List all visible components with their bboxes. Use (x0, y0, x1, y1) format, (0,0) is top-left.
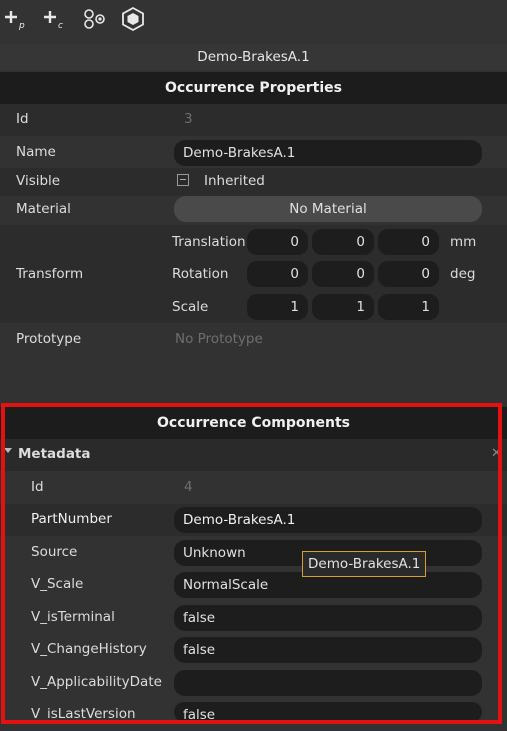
visible-checkbox[interactable] (177, 174, 189, 186)
material-button[interactable]: No Material (174, 196, 482, 222)
metadata-collapse-icon[interactable] (4, 448, 12, 453)
translation-unit: mm (450, 234, 477, 250)
source-label: Source (31, 544, 78, 560)
partnumber-field[interactable]: Demo-BrakesA.1 (174, 507, 482, 533)
rotation-unit: deg (450, 266, 476, 282)
occurrence-components-header: Occurrence Components (0, 407, 507, 439)
meta-id-label: Id (31, 479, 44, 495)
meta-id-value: 4 (184, 479, 193, 495)
add-component-sub: c (58, 21, 63, 31)
scale-label: Scale (172, 299, 209, 315)
tooltip: Demo-BrakesA.1 (302, 551, 427, 577)
toolbar: p c (0, 0, 507, 40)
translation-x-field[interactable]: 0 (247, 229, 308, 255)
v-isterminal-label: V_isTerminal (31, 609, 115, 625)
v-scale-label: V_Scale (31, 576, 84, 592)
translation-label: Translation (172, 234, 246, 250)
scale-z-field[interactable]: 1 (378, 294, 439, 320)
translation-z-field[interactable]: 0 (378, 229, 439, 255)
object-title: Demo-BrakesA.1 (0, 44, 507, 70)
visible-value: Inherited (204, 173, 265, 189)
v-islastversion-label: V_isLastVersion (31, 706, 136, 722)
partnumber-label: PartNumber (31, 511, 112, 527)
add-component-icon[interactable]: c (44, 6, 70, 32)
transform-label: Transform (16, 266, 84, 282)
id-value: 3 (184, 111, 193, 127)
add-part-sub: p (18, 21, 25, 31)
material-label: Material (16, 201, 71, 217)
prototype-label: Prototype (16, 331, 82, 347)
prototype-value[interactable]: No Prototype (175, 331, 263, 347)
add-part-icon[interactable]: p (5, 6, 31, 32)
v-islastversion-field[interactable]: false (174, 702, 482, 722)
metadata-close-icon[interactable]: ✕ (491, 446, 502, 461)
visible-label: Visible (16, 173, 61, 189)
rotation-z-field[interactable]: 0 (378, 261, 439, 287)
v-changehistory-label: V_ChangeHistory (31, 641, 147, 657)
v-applicabilitydate-field[interactable] (174, 670, 482, 696)
scale-x-field[interactable]: 1 (247, 294, 308, 320)
id-label: Id (16, 111, 29, 127)
id-row-bg (0, 104, 507, 136)
rotation-x-field[interactable]: 0 (247, 261, 308, 287)
name-label: Name (16, 144, 56, 160)
v-applicabilitydate-label: V_ApplicabilityDate (31, 674, 162, 690)
metadata-label: Metadata (18, 446, 91, 462)
rotation-y-field[interactable]: 0 (312, 261, 374, 287)
molecule-icon[interactable] (82, 6, 108, 32)
translation-y-field[interactable]: 0 (312, 229, 374, 255)
scale-y-field[interactable]: 1 (312, 294, 374, 320)
cube-hex-icon[interactable] (120, 6, 146, 32)
v-changehistory-field[interactable]: false (174, 637, 482, 663)
rotation-label: Rotation (172, 266, 229, 282)
occurrence-properties-header: Occurrence Properties (0, 72, 507, 104)
v-isterminal-field[interactable]: false (174, 605, 482, 631)
name-field[interactable]: Demo-BrakesA.1 (174, 140, 482, 166)
